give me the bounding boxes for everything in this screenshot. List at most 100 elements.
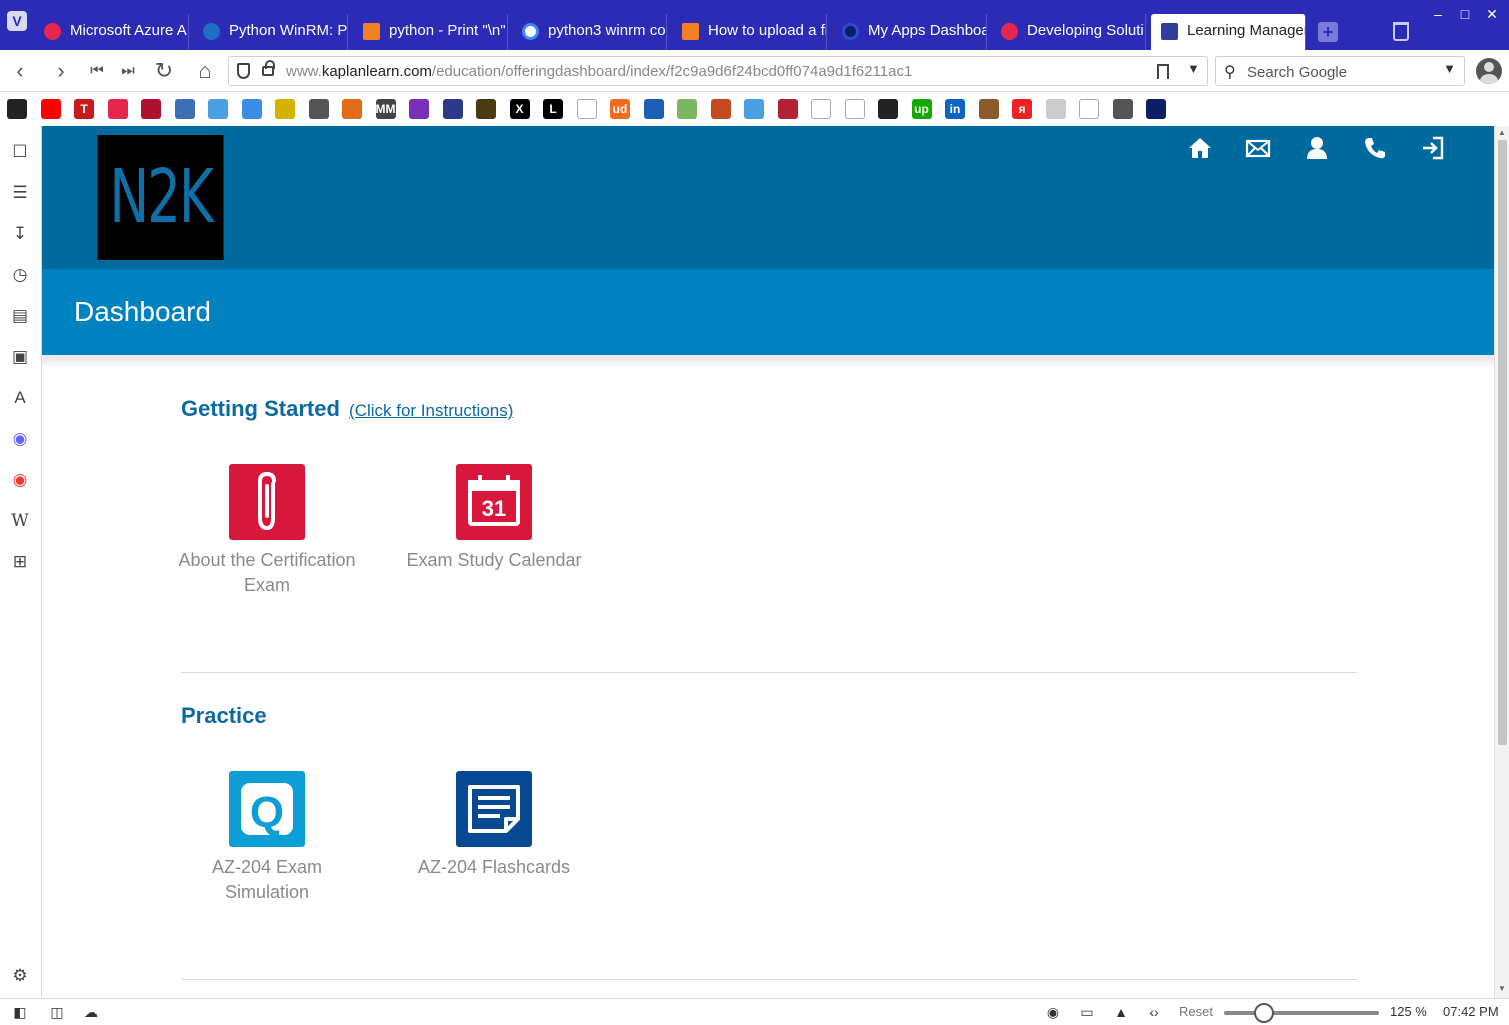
vivaldi-icon[interactable]: ◉ — [10, 470, 30, 490]
downloads-icon[interactable]: ↧ — [10, 224, 30, 244]
tools-icon[interactable] — [978, 99, 999, 119]
bookmarks-panel-icon[interactable]: ☐ — [10, 142, 30, 162]
page-scrollbar[interactable]: ▲ ▼ — [1494, 126, 1509, 998]
sail-icon[interactable] — [643, 99, 664, 119]
helmet-icon[interactable] — [710, 99, 731, 119]
home-icon[interactable] — [1187, 135, 1213, 161]
add-panel-icon[interactable]: ⊞ — [10, 552, 30, 572]
play-icon[interactable] — [107, 99, 128, 119]
search-input[interactable]: Search Google — [1247, 64, 1347, 81]
tab-tiling-icon[interactable]: ◫ — [47, 1004, 67, 1020]
translate-icon[interactable]: A — [10, 388, 30, 408]
code-icon[interactable]: ‹› — [1144, 1004, 1164, 1020]
tile-exam-simulation[interactable]: Q AZ-204 Exam Simulation — [172, 771, 362, 905]
zoom-reset-button[interactable]: Reset — [1179, 1004, 1213, 1019]
molecule-icon[interactable] — [744, 99, 764, 119]
bookmark-icon[interactable] — [1157, 64, 1169, 79]
dark-square-icon[interactable] — [878, 99, 898, 119]
page-tiling-icon[interactable]: ▭ — [1077, 1004, 1097, 1020]
fox-icon[interactable] — [342, 99, 362, 119]
tab-developing-solutions[interactable]: Developing Soluti — [991, 14, 1146, 50]
lock-icon[interactable] — [262, 60, 275, 76]
wikipedia-icon[interactable]: W — [10, 511, 30, 531]
instructions-link[interactable]: (Click for Instructions) — [349, 401, 513, 420]
panel-toggle-icon[interactable]: ◧ — [10, 1004, 30, 1020]
sync-cloud-icon[interactable]: ☁ — [81, 1004, 101, 1020]
tab-python3-winrm[interactable]: python3 winrm co — [512, 14, 667, 50]
home-button[interactable]: ⌂ — [192, 58, 218, 84]
tab-python-print[interactable]: python - Print "\n" — [353, 14, 508, 50]
vivaldi-menu-button[interactable]: V — [7, 11, 27, 31]
wave-icon[interactable] — [1112, 99, 1133, 119]
maximize-icon[interactable]: □ — [1455, 6, 1475, 22]
mm-icon[interactable]: MM — [375, 99, 396, 119]
window-panel-icon[interactable]: ▣ — [10, 347, 30, 367]
url-text[interactable]: www.kaplanlearn.com/education/offeringda… — [286, 63, 912, 80]
tile-flashcards[interactable]: AZ-204 Flashcards — [399, 771, 589, 880]
note-icon[interactable] — [275, 99, 295, 119]
flower-icon[interactable] — [677, 99, 697, 119]
url-field[interactable]: www.kaplanlearn.com/education/offeringda… — [228, 56, 1208, 86]
y-icon[interactable]: я — [1012, 99, 1032, 119]
scroll-down-arrow[interactable]: ▼ — [1498, 984, 1506, 993]
t-icon[interactable]: T — [74, 99, 94, 119]
search-field[interactable]: ⚲ Search Google ▼ — [1215, 56, 1465, 86]
chevron-down-icon[interactable]: ▼ — [1187, 61, 1200, 76]
reload-button[interactable]: ↻ — [151, 58, 177, 84]
trash-icon[interactable] — [1393, 22, 1409, 41]
phone-icon[interactable] — [1362, 135, 1388, 161]
tab-python-winrm[interactable]: Python WinRM: Po — [193, 14, 348, 50]
profile-avatar[interactable] — [1476, 58, 1502, 84]
ring-icon[interactable] — [1146, 99, 1166, 119]
up-icon[interactable]: up — [911, 99, 932, 119]
page-icon[interactable] — [576, 99, 597, 119]
shield-icon[interactable] — [237, 63, 250, 79]
gear-badge-icon[interactable] — [174, 99, 195, 119]
flag-icon[interactable] — [777, 99, 798, 119]
mail-icon[interactable] — [409, 99, 429, 119]
page-icon[interactable] — [844, 99, 865, 119]
settings-gear-icon[interactable]: ⚙ — [10, 966, 30, 986]
back-button[interactable]: ‹ — [7, 58, 33, 84]
page-icon[interactable] — [1079, 99, 1099, 119]
forward-button[interactable]: › — [48, 58, 74, 84]
tile-exam-study-calendar[interactable]: 31 Exam Study Calendar — [399, 464, 589, 573]
logout-icon[interactable] — [1420, 135, 1446, 161]
scroll-up-arrow[interactable]: ▲ — [1498, 128, 1506, 137]
user-icon[interactable] — [1304, 135, 1330, 161]
figure-icon[interactable] — [308, 99, 329, 119]
zoom-slider[interactable] — [1224, 1011, 1379, 1015]
tab-learning-manager[interactable]: Learning Manager — [1151, 14, 1306, 50]
horseshoe-icon[interactable] — [476, 99, 496, 119]
github-icon[interactable] — [7, 99, 27, 119]
minimize-icon[interactable]: – — [1428, 6, 1448, 22]
cloud-icon[interactable] — [1045, 99, 1066, 119]
fast-forward-button[interactable]: ⏭ — [115, 58, 141, 84]
history-icon[interactable]: ◷ — [10, 265, 30, 285]
tab-microsoft-azure[interactable]: Microsoft Azure A — [34, 14, 189, 50]
close-icon[interactable]: ✕ — [1482, 6, 1502, 23]
page-icon[interactable] — [811, 99, 831, 119]
camera-icon[interactable]: ◉ — [1043, 1004, 1063, 1020]
zoom-slider-handle[interactable] — [1254, 1003, 1274, 1023]
youtube-icon[interactable] — [40, 99, 61, 119]
bot-icon[interactable] — [241, 99, 262, 119]
mail-icon[interactable] — [1245, 135, 1271, 161]
tab-my-apps[interactable]: My Apps Dashboa — [832, 14, 987, 50]
x-icon[interactable]: X — [509, 99, 530, 119]
linkedin-icon[interactable]: in — [945, 99, 965, 119]
reading-list-icon[interactable]: ☰ — [10, 183, 30, 203]
rewind-button[interactable]: ⏮ — [84, 58, 110, 84]
n2k-logo[interactable]: N2K — [97, 135, 224, 260]
notes-icon[interactable]: ▤ — [10, 306, 30, 326]
scroll-thumb[interactable] — [1498, 140, 1507, 745]
user-icon[interactable] — [442, 99, 463, 119]
tab-how-to-upload[interactable]: How to upload a fi — [672, 14, 827, 50]
new-tab-button[interactable]: + — [1318, 22, 1338, 42]
tile-about-certification-exam[interactable]: About the Certification Exam — [172, 464, 362, 598]
chevron-down-icon[interactable]: ▼ — [1443, 61, 1456, 76]
ud-icon[interactable]: ud — [610, 99, 630, 119]
molecule-icon[interactable] — [208, 99, 228, 119]
image-icon[interactable]: ▲ — [1111, 1004, 1131, 1020]
l-icon[interactable]: L — [543, 99, 563, 119]
